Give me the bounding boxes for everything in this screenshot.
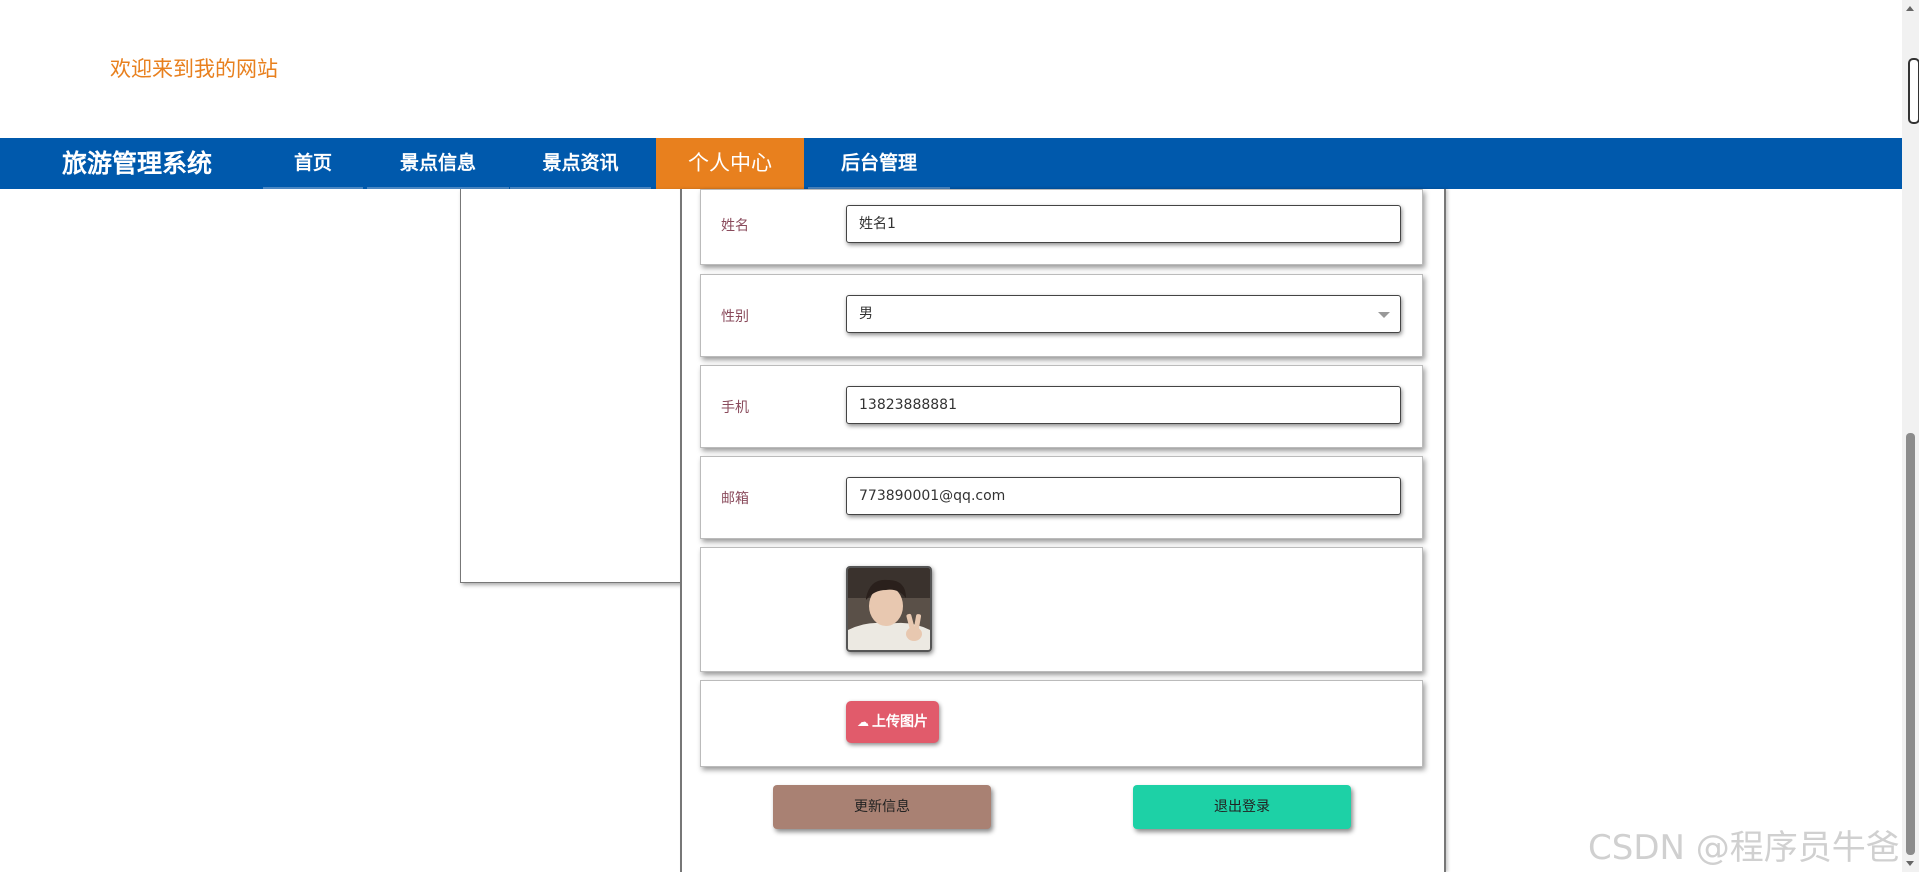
- welcome-text: 欢迎来到我的网站: [110, 57, 278, 81]
- email-label: 邮箱: [721, 491, 749, 507]
- email-row: 邮箱 773890001@qq.com: [700, 456, 1423, 539]
- gender-value: 男: [859, 306, 873, 322]
- phone-input[interactable]: 13823888881: [846, 386, 1401, 424]
- nav-bar: 旅游管理系统 首页 景点信息 景点资讯 个人中心 后台管理: [0, 138, 1902, 189]
- upload-image-button[interactable]: ☁ 上传图片: [846, 701, 939, 743]
- avatar-row: [700, 547, 1423, 672]
- email-input[interactable]: 773890001@qq.com: [846, 477, 1401, 515]
- chevron-down-icon: [1378, 312, 1390, 318]
- nav-item-admin[interactable]: 后台管理: [808, 138, 950, 189]
- mini-scroll-thumb[interactable]: [1908, 58, 1919, 124]
- scroll-up-icon[interactable]: [1906, 6, 1914, 11]
- side-panel: [460, 189, 682, 583]
- nav-item-attractions[interactable]: 景点信息: [367, 138, 509, 189]
- page-scrollbar[interactable]: [1902, 0, 1919, 872]
- avatar-image: [848, 568, 930, 650]
- watermark-text: CSDN @程序员牛爸: [1588, 828, 1900, 868]
- nav-item-profile[interactable]: 个人中心: [656, 138, 804, 189]
- update-info-button[interactable]: 更新信息: [773, 785, 991, 829]
- name-label: 姓名: [721, 218, 749, 234]
- logout-button[interactable]: 退出登录: [1133, 785, 1351, 829]
- scroll-down-icon[interactable]: [1906, 861, 1914, 866]
- phone-label: 手机: [721, 400, 749, 416]
- upload-row: ☁ 上传图片: [700, 680, 1423, 767]
- cloud-upload-icon: ☁: [857, 715, 869, 729]
- nav-item-home[interactable]: 首页: [263, 138, 363, 189]
- name-input[interactable]: 姓名1: [846, 205, 1401, 243]
- gender-row: 性别 男: [700, 274, 1423, 357]
- phone-row: 手机 13823888881: [700, 365, 1423, 448]
- nav-item-news[interactable]: 景点资讯: [510, 138, 651, 189]
- upload-label: 上传图片: [872, 714, 928, 730]
- gender-select[interactable]: 男: [846, 295, 1401, 333]
- scroll-thumb[interactable]: [1906, 433, 1915, 855]
- site-brand[interactable]: 旅游管理系统: [62, 138, 212, 189]
- avatar: [846, 566, 932, 652]
- gender-label: 性别: [721, 309, 749, 325]
- name-row: 姓名 姓名1: [700, 189, 1423, 265]
